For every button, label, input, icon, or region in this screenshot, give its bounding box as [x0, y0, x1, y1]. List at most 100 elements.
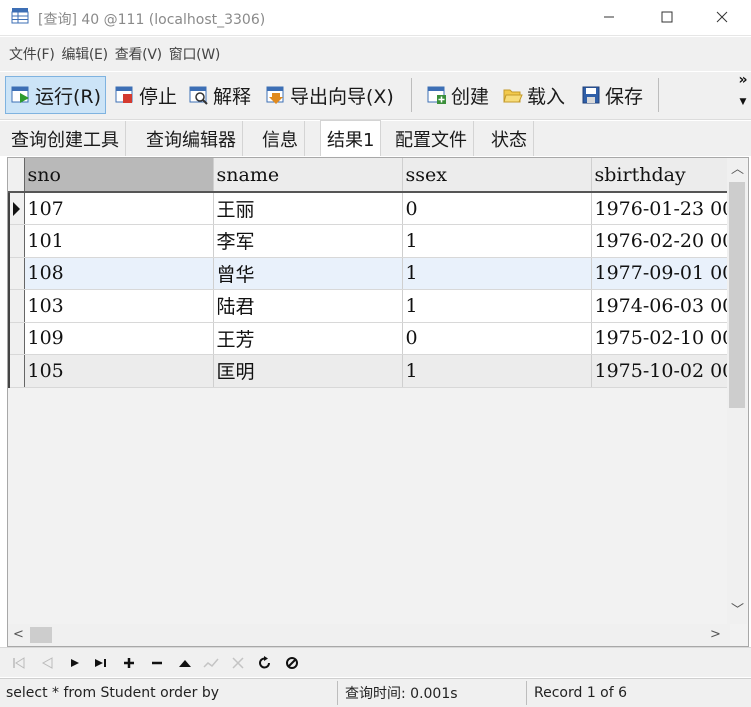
- stop-label: 停止: [139, 85, 178, 108]
- load-button[interactable]: 载入: [498, 76, 569, 114]
- close-button[interactable]: [693, 0, 751, 34]
- next-record-button[interactable]: [64, 652, 86, 674]
- toolbar-separator: [411, 78, 412, 112]
- row-indicator[interactable]: [8, 224, 25, 258]
- tab-status[interactable]: 状态: [485, 121, 534, 156]
- toolbar-overflow-button[interactable]: » ▼: [736, 73, 750, 116]
- table-cell[interactable]: 107: [24, 192, 214, 225]
- scroll-up-icon[interactable]: ︿: [731, 163, 744, 177]
- table-cell[interactable]: 王丽: [213, 192, 403, 225]
- vertical-scroll-thumb[interactable]: [729, 182, 745, 408]
- table-cell[interactable]: 李军: [213, 224, 403, 258]
- menu-file[interactable]: 文件(F): [9, 44, 55, 64]
- prior-record-button[interactable]: [36, 652, 58, 674]
- table-cell[interactable]: 101: [24, 224, 214, 258]
- check-icon: [203, 658, 219, 668]
- maximize-button[interactable]: [638, 0, 696, 34]
- record-navigator: [0, 647, 751, 677]
- row-indicator[interactable]: [8, 354, 25, 388]
- explain-button[interactable]: 解释: [184, 76, 255, 114]
- delete-record-button[interactable]: [146, 652, 168, 674]
- edit-record-button[interactable]: [174, 652, 196, 674]
- row-indicator[interactable]: [8, 322, 25, 355]
- run-button[interactable]: 运行(R): [5, 76, 107, 114]
- table-cell[interactable]: 1976-01-23 00: [591, 192, 736, 225]
- insert-record-button[interactable]: [118, 652, 140, 674]
- table-cell[interactable]: 105: [24, 354, 214, 388]
- table-row[interactable]: 103 陆君 1 1974-06-03 00: [8, 289, 736, 323]
- table-row[interactable]: 101 李军 1 1976-02-20 00: [8, 224, 736, 258]
- menu-window[interactable]: 窗口(W): [169, 44, 221, 64]
- row-indicator[interactable]: [8, 289, 25, 323]
- export-wizard-button[interactable]: 导出向导(X): [261, 76, 398, 114]
- table-cell[interactable]: 1975-02-10 00: [591, 322, 736, 355]
- table-row[interactable]: 105 匡明 1 1975-10-02 00: [8, 354, 736, 388]
- table-cell[interactable]: 1: [402, 354, 592, 388]
- scroll-right-icon[interactable]: >: [710, 628, 721, 642]
- table-cell[interactable]: 1: [402, 289, 592, 323]
- scroll-down-icon[interactable]: ﹀: [731, 604, 744, 618]
- table-cell[interactable]: 匡明: [213, 354, 403, 388]
- tab-query-editor[interactable]: 查询编辑器: [140, 121, 243, 156]
- tab-strip: 查询创建工具 查询编辑器 信息 结果1 配置文件 状态: [0, 120, 751, 156]
- table-cell[interactable]: 1976-02-20 00: [591, 224, 736, 258]
- export-icon: [266, 86, 284, 104]
- tab-info[interactable]: 信息: [256, 121, 305, 156]
- row-indicator-header: [9, 158, 25, 193]
- menu-edit[interactable]: 编辑(E): [61, 44, 108, 64]
- table-cell[interactable]: 1: [402, 257, 592, 290]
- table-cell[interactable]: 0: [402, 322, 592, 355]
- horizontal-scrollbar[interactable]: < >: [8, 624, 730, 646]
- tab-profile[interactable]: 配置文件: [389, 121, 474, 156]
- tab-result1[interactable]: 结果1: [320, 120, 382, 156]
- create-button[interactable]: 创建: [422, 76, 493, 114]
- row-indicator[interactable]: [8, 257, 25, 290]
- column-header[interactable]: sname: [213, 158, 403, 193]
- status-sql: select * from Student order by: [6, 685, 220, 701]
- refresh-button[interactable]: [254, 652, 276, 674]
- table-cell[interactable]: 曾华: [213, 257, 403, 290]
- scroll-left-icon[interactable]: <: [13, 628, 24, 642]
- column-header[interactable]: sno: [24, 158, 214, 193]
- table-cell[interactable]: 1974-06-03 00: [591, 289, 736, 323]
- table-cell[interactable]: 108: [24, 257, 214, 290]
- table-cell[interactable]: 103: [24, 289, 214, 323]
- table-row[interactable]: 109 王芳 0 1975-02-10 00: [8, 322, 736, 355]
- cross-icon: [232, 657, 244, 669]
- table-cell[interactable]: 109: [24, 322, 214, 355]
- minimize-button[interactable]: [580, 0, 638, 34]
- table-row[interactable]: 107 王丽 0 1976-01-23 00: [8, 192, 736, 225]
- vertical-scrollbar[interactable]: ︿ ﹀: [727, 158, 747, 624]
- title-bar: [查询] 40 @111 (localhost_3306): [0, 0, 751, 36]
- toolbar-separator: [658, 78, 659, 112]
- table-cell[interactable]: 0: [402, 192, 592, 225]
- last-record-button[interactable]: [90, 652, 112, 674]
- table-cell[interactable]: 1975-10-02 00: [591, 354, 736, 388]
- cancel-edit-button[interactable]: [227, 652, 249, 674]
- save-icon: [582, 86, 600, 104]
- table-cell[interactable]: 1: [402, 224, 592, 258]
- save-label: 保存: [605, 85, 644, 108]
- result-grid[interactable]: sno sname ssex sbirthday 107 王丽 0 1976-0…: [7, 157, 749, 647]
- table-cell[interactable]: 王芳: [213, 322, 403, 355]
- current-row-pointer-icon: [13, 201, 20, 216]
- table-cell[interactable]: 1977-09-01 00: [591, 257, 736, 290]
- save-button[interactable]: 保存: [576, 76, 647, 114]
- create-label: 创建: [451, 85, 490, 108]
- first-record-button[interactable]: [8, 652, 30, 674]
- menu-view[interactable]: 查看(V): [115, 44, 162, 64]
- table-cell[interactable]: 陆君: [213, 289, 403, 323]
- stop-button[interactable]: 停止: [110, 76, 181, 114]
- tab-query-builder[interactable]: 查询创建工具: [5, 121, 126, 156]
- row-indicator[interactable]: [8, 192, 25, 225]
- run-icon: [11, 86, 29, 103]
- dropdown-arrow-icon: ▼: [739, 97, 747, 107]
- toolbar: 运行(R) 停止 解释 导出向导(X) 创建 载入 保存 » ▼: [0, 72, 751, 120]
- column-header[interactable]: ssex: [402, 158, 592, 193]
- column-header[interactable]: sbirthday: [591, 158, 736, 193]
- horizontal-scroll-thumb[interactable]: [30, 627, 52, 643]
- export-label: 导出向导(X): [290, 85, 394, 108]
- stop-fetch-button[interactable]: [281, 652, 303, 674]
- table-row[interactable]: 108 曾华 1 1977-09-01 00: [8, 257, 736, 290]
- post-edit-button[interactable]: [200, 652, 222, 674]
